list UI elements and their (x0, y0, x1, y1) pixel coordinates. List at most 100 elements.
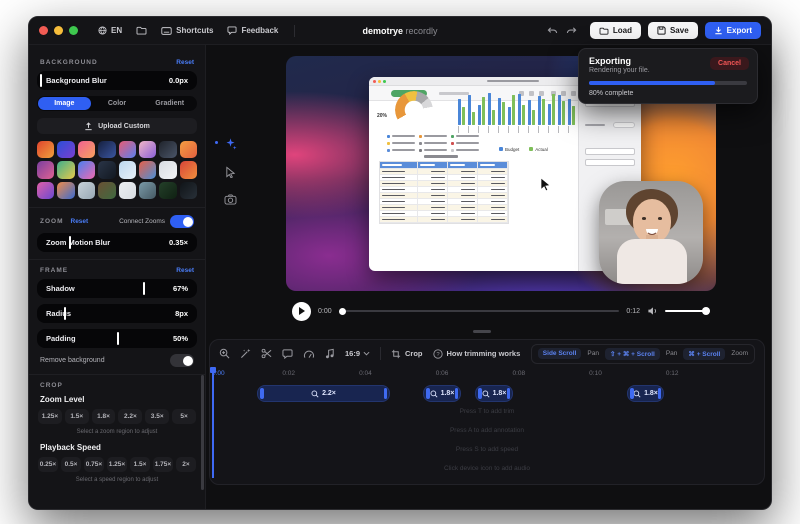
wallpaper-thumbnail[interactable] (37, 182, 54, 199)
wallpaper-thumbnail[interactable] (119, 161, 136, 178)
playback-speed-option[interactable]: 1.5× (130, 457, 150, 472)
wallpaper-thumbnail[interactable] (98, 161, 115, 178)
effects-tool-button[interactable] (224, 137, 237, 150)
zoom-motion-blur-handle[interactable] (69, 236, 71, 249)
seek-knob[interactable] (339, 308, 346, 315)
playhead[interactable] (212, 367, 214, 478)
timeline-zoom-icon[interactable] (219, 348, 230, 359)
volume-slider[interactable] (665, 310, 710, 313)
redo-icon[interactable] (566, 26, 577, 36)
load-folder-icon (599, 27, 609, 35)
zoom-level-option[interactable]: 3.5× (145, 409, 169, 424)
background-tab-color[interactable]: Color (91, 97, 144, 110)
background-blur-handle[interactable] (40, 74, 42, 87)
zoom-reset-button[interactable]: Reset (71, 218, 89, 225)
timeline-ruler[interactable]: 0:000:020:040:060:080:100:12 (210, 370, 764, 382)
wallpaper-thumbnail[interactable] (57, 141, 74, 158)
zoom-segment[interactable]: 1.8× (423, 385, 461, 402)
radius-slider[interactable]: Radius8px (37, 304, 197, 323)
aspect-ratio-dropdown[interactable]: 16:9 (345, 349, 370, 358)
timeline-resize-handle[interactable] (473, 330, 491, 333)
wallpaper-thumbnail[interactable] (139, 182, 156, 199)
wallpaper-thumbnail[interactable] (57, 182, 74, 199)
wallpaper-thumbnail[interactable] (98, 182, 115, 199)
zoom-segment[interactable]: 1.8× (475, 385, 513, 402)
sidebar-scrollbar[interactable] (201, 375, 204, 490)
save-button[interactable]: Save (648, 22, 698, 39)
cancel-export-button[interactable]: Cancel (710, 57, 749, 70)
help-trimming-button[interactable]: ? How trimming works (433, 349, 521, 359)
padding-slider[interactable]: Padding50% (37, 329, 197, 348)
wallpaper-thumbnail[interactable] (180, 182, 197, 199)
magic-wand-icon[interactable] (240, 348, 251, 359)
play-button[interactable] (292, 302, 311, 321)
wallpaper-thumbnail[interactable] (78, 182, 95, 199)
export-button[interactable]: Export (705, 22, 761, 39)
language-switcher[interactable]: EN (98, 26, 122, 35)
background-blur-slider[interactable]: Background Blur 0.0px (37, 71, 197, 90)
traffic-close-button[interactable] (39, 26, 48, 35)
music-note-icon[interactable] (325, 348, 335, 359)
wallpaper-thumbnail[interactable] (119, 141, 136, 158)
wallpaper-thumbnail[interactable] (119, 182, 136, 199)
webcam-overlay[interactable] (599, 181, 703, 284)
shortcuts-button[interactable]: Shortcuts (161, 26, 213, 35)
track-hint: Press A to add annotation (210, 427, 764, 434)
wallpaper-thumbnail[interactable] (159, 182, 176, 199)
playback-speed-option[interactable]: 0.25× (38, 457, 58, 472)
zoom-level-option[interactable]: 5× (172, 409, 196, 424)
wallpaper-thumbnail[interactable] (139, 161, 156, 178)
traffic-minimize-button[interactable] (54, 26, 63, 35)
wallpaper-thumbnail[interactable] (139, 141, 156, 158)
scissors-icon[interactable] (261, 348, 272, 359)
camera-tool-button[interactable] (224, 194, 237, 205)
wallpaper-thumbnail[interactable] (98, 141, 115, 158)
background-reset-button[interactable]: Reset (176, 59, 194, 66)
wallpaper-thumbnail[interactable] (180, 141, 197, 158)
traffic-zoom-button[interactable] (69, 26, 78, 35)
cursor-tool-button[interactable] (225, 166, 236, 178)
wallpaper-thumbnail[interactable] (37, 161, 54, 178)
load-button[interactable]: Load (590, 22, 641, 39)
wallpaper-thumbnail[interactable] (57, 161, 74, 178)
shadow-slider[interactable]: Shadow67% (37, 279, 197, 298)
zoom-level-option[interactable]: 2.2× (118, 409, 142, 424)
frame-reset-button[interactable]: Reset (176, 267, 194, 274)
seek-bar[interactable] (339, 310, 620, 312)
playback-speed-option[interactable]: 1.75× (153, 457, 173, 472)
canvas-tool-strip (212, 137, 248, 205)
volume-knob[interactable] (702, 307, 710, 315)
zoom-level-option[interactable]: 1.8× (92, 409, 116, 424)
zoom-motion-blur-slider[interactable]: Zoom Motion Blur 0.35× (37, 233, 197, 252)
upload-custom-button[interactable]: Upload Custom (37, 118, 197, 134)
annotation-icon[interactable] (282, 349, 293, 359)
segment-zoom-icon (311, 390, 319, 398)
background-tab-image[interactable]: Image (38, 97, 91, 110)
playback-speed-option[interactable]: 2× (176, 457, 196, 472)
zoom-segment[interactable]: 2.2× (257, 385, 390, 402)
feedback-button[interactable]: Feedback (227, 26, 278, 35)
crop-button[interactable]: Crop (391, 349, 423, 359)
projects-button[interactable] (136, 26, 147, 35)
wallpaper-thumbnail[interactable] (78, 161, 95, 178)
zoom-segment-track[interactable]: 2.2× 1.8× 1.8× 1.8× (210, 385, 764, 402)
zoom-level-option[interactable]: 1.5× (65, 409, 89, 424)
remove-background-toggle[interactable] (170, 354, 194, 367)
wallpaper-thumbnail[interactable] (180, 161, 197, 178)
background-tab-gradient[interactable]: Gradient (143, 97, 196, 110)
wallpaper-thumbnail[interactable] (159, 141, 176, 158)
export-download-icon (714, 26, 723, 35)
speed-gauge-icon[interactable] (303, 349, 315, 359)
undo-icon[interactable] (547, 26, 558, 36)
load-label: Load (613, 26, 632, 35)
zoom-level-option[interactable]: 1.25× (38, 409, 62, 424)
connect-zooms-toggle[interactable] (170, 215, 194, 228)
playback-speed-option[interactable]: 1.25× (107, 457, 127, 472)
zoom-segment[interactable]: 1.8× (627, 385, 664, 402)
playback-speed-option[interactable]: 0.5× (61, 457, 81, 472)
wallpaper-thumbnail[interactable] (78, 141, 95, 158)
volume-icon[interactable] (647, 306, 658, 316)
wallpaper-thumbnail[interactable] (37, 141, 54, 158)
wallpaper-thumbnail[interactable] (159, 161, 176, 178)
playback-speed-option[interactable]: 0.75× (84, 457, 104, 472)
